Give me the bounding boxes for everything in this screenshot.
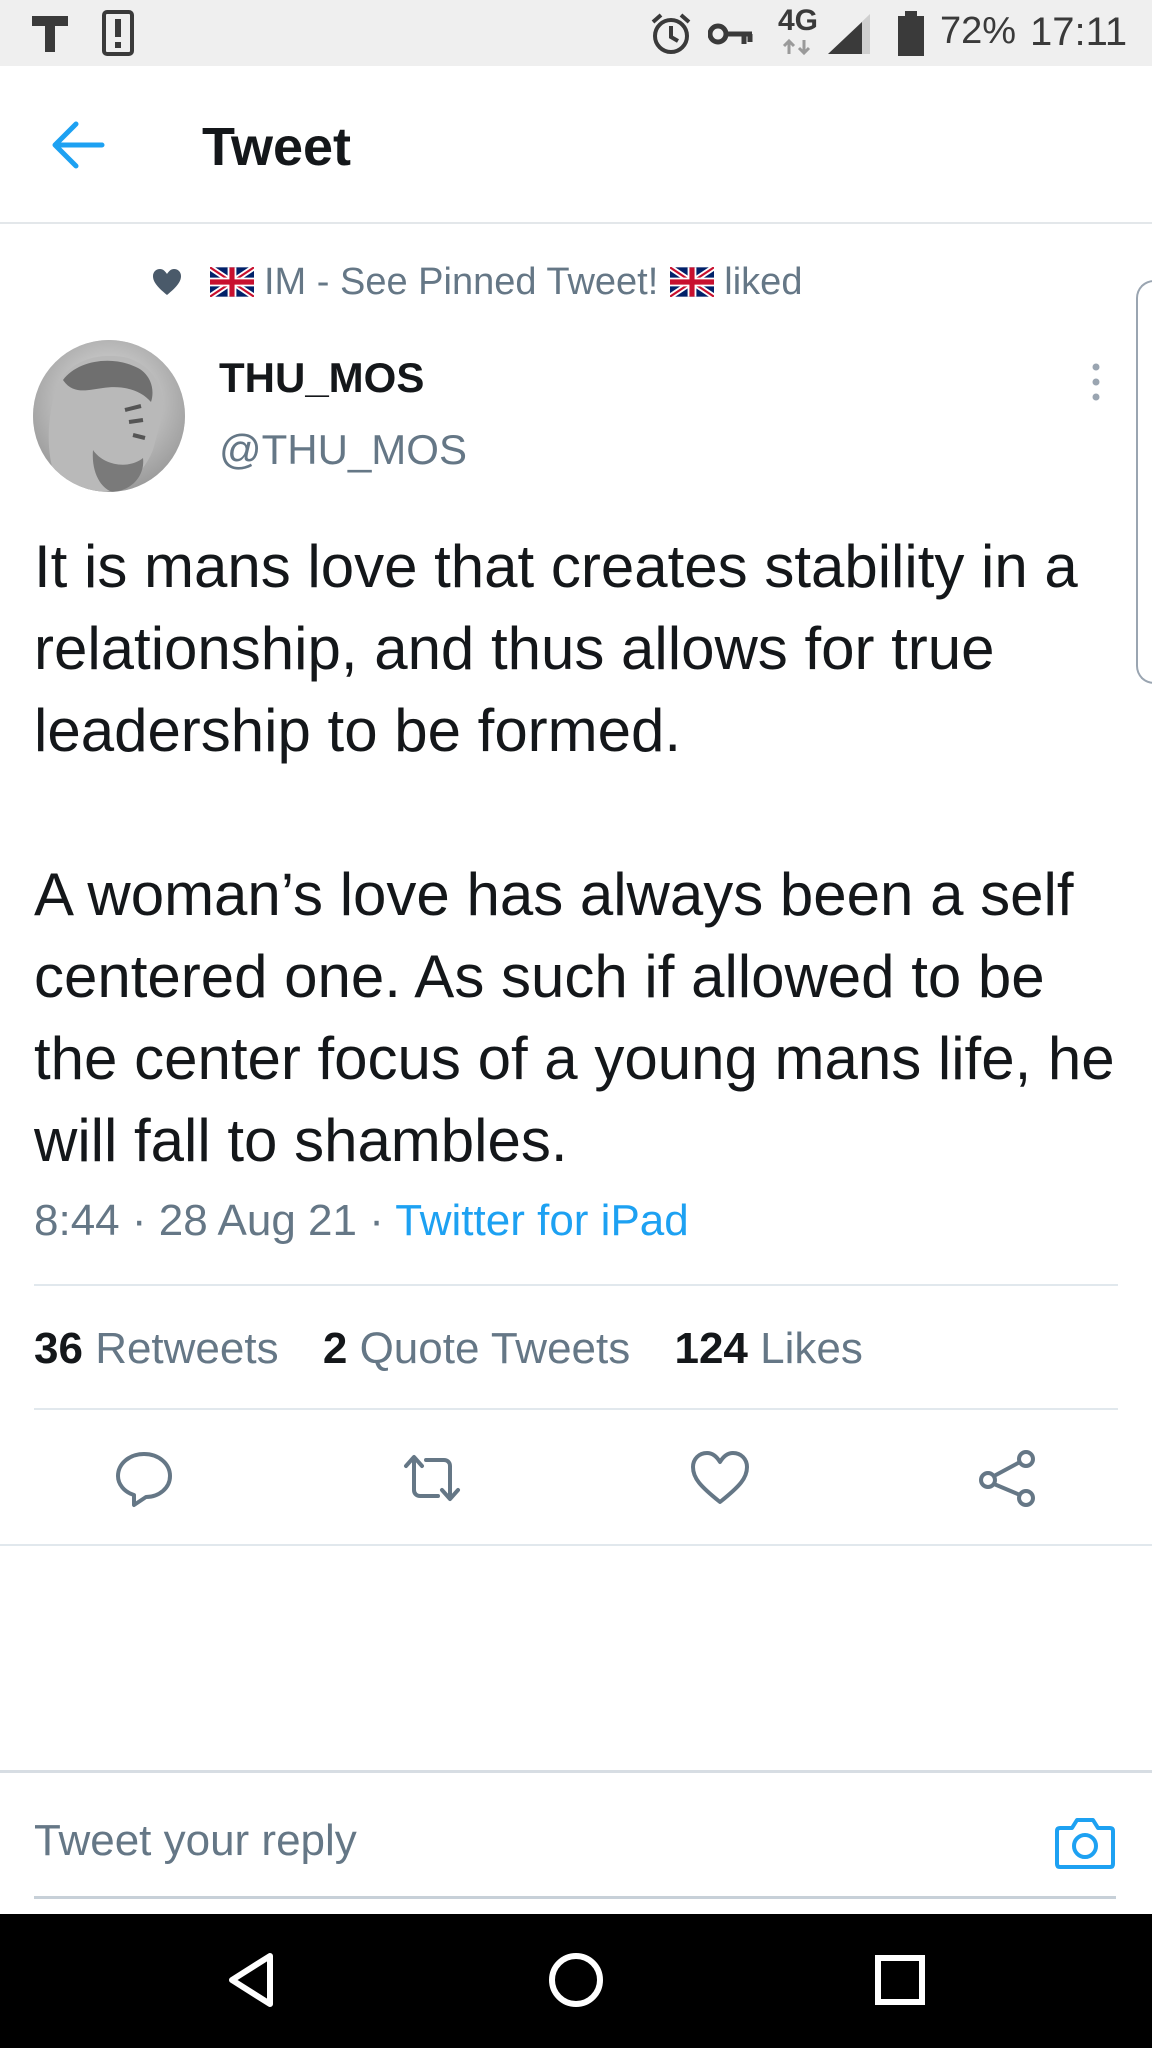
share-icon[interactable] <box>976 1448 1040 1508</box>
battery-level: 72% <box>940 10 1017 52</box>
meta-separator: · <box>131 1196 147 1245</box>
quote-tweets-stat[interactable]: 2 Quote Tweets <box>323 1324 630 1373</box>
meta-separator: · <box>369 1196 384 1245</box>
author-name[interactable]: THU_MOS <box>219 354 424 402</box>
signal-icon <box>828 14 870 54</box>
clock: 17:11 <box>1030 10 1128 54</box>
liker-name: IM - See Pinned Tweet! <box>264 260 659 303</box>
uk-flag-icon <box>670 267 715 297</box>
page-title: Tweet <box>202 117 352 177</box>
tweet-paragraph: It is mans love that creates stability i… <box>34 533 1078 764</box>
likes-stat[interactable]: 124 Likes <box>674 1324 862 1373</box>
tweet-stats: 36 Retweets 2 Quote Tweets 124 Likes <box>34 1324 895 1374</box>
alert-icon <box>102 10 134 56</box>
tweet-date: 28 Aug 21 <box>158 1196 357 1245</box>
data-arrows-icon <box>782 38 811 56</box>
t-app-icon <box>32 16 68 52</box>
divider <box>0 1544 1152 1546</box>
uk-flag-icon <box>210 267 254 297</box>
app-header: Tweet <box>0 66 1152 224</box>
divider <box>34 1284 1118 1286</box>
camera-icon[interactable] <box>1054 1814 1116 1870</box>
nav-back-icon[interactable] <box>220 1948 284 2012</box>
divider <box>34 1408 1118 1410</box>
tweet-text: It is mans love that creates stability i… <box>34 526 1124 1182</box>
heart-filled-icon <box>153 269 181 295</box>
author-handle[interactable]: @THU_MOS <box>219 426 467 474</box>
more-options-icon[interactable] <box>1086 362 1106 402</box>
network-4g-icon: 4G <box>778 4 819 37</box>
reply-input[interactable]: Tweet your reply <box>34 1816 357 1866</box>
nav-recents-icon[interactable] <box>868 1948 932 2012</box>
navigation-bar <box>0 1914 1152 2048</box>
status-bar: 4G 72% 17:11 <box>0 0 1152 66</box>
social-context[interactable]: IM - See Pinned Tweet! liked <box>152 258 802 306</box>
retweet-icon[interactable] <box>400 1448 464 1508</box>
key-icon <box>708 23 753 45</box>
reply-icon[interactable] <box>112 1448 176 1508</box>
alarm-icon <box>651 13 691 54</box>
retweets-stat[interactable]: 36 Retweets <box>34 1324 279 1373</box>
nav-home-icon[interactable] <box>544 1948 608 2012</box>
tweet-meta: 8:44 · 28 Aug 21 · Twitter for iPad <box>34 1196 689 1246</box>
back-arrow-icon[interactable] <box>50 120 106 170</box>
avatar[interactable] <box>33 340 185 492</box>
battery-icon <box>898 11 924 56</box>
tweet-source-link[interactable]: Twitter for iPad <box>395 1196 688 1245</box>
tweet-paragraph: A woman’s love has always been a self ce… <box>34 861 1115 1174</box>
reply-bar-border <box>0 1770 1152 1773</box>
like-icon[interactable] <box>688 1448 752 1508</box>
tweet-time: 8:44 <box>34 1196 120 1245</box>
reply-input-underline <box>34 1896 1116 1899</box>
liked-label: liked <box>724 260 803 303</box>
edge-panel-handle[interactable] <box>1136 280 1152 684</box>
